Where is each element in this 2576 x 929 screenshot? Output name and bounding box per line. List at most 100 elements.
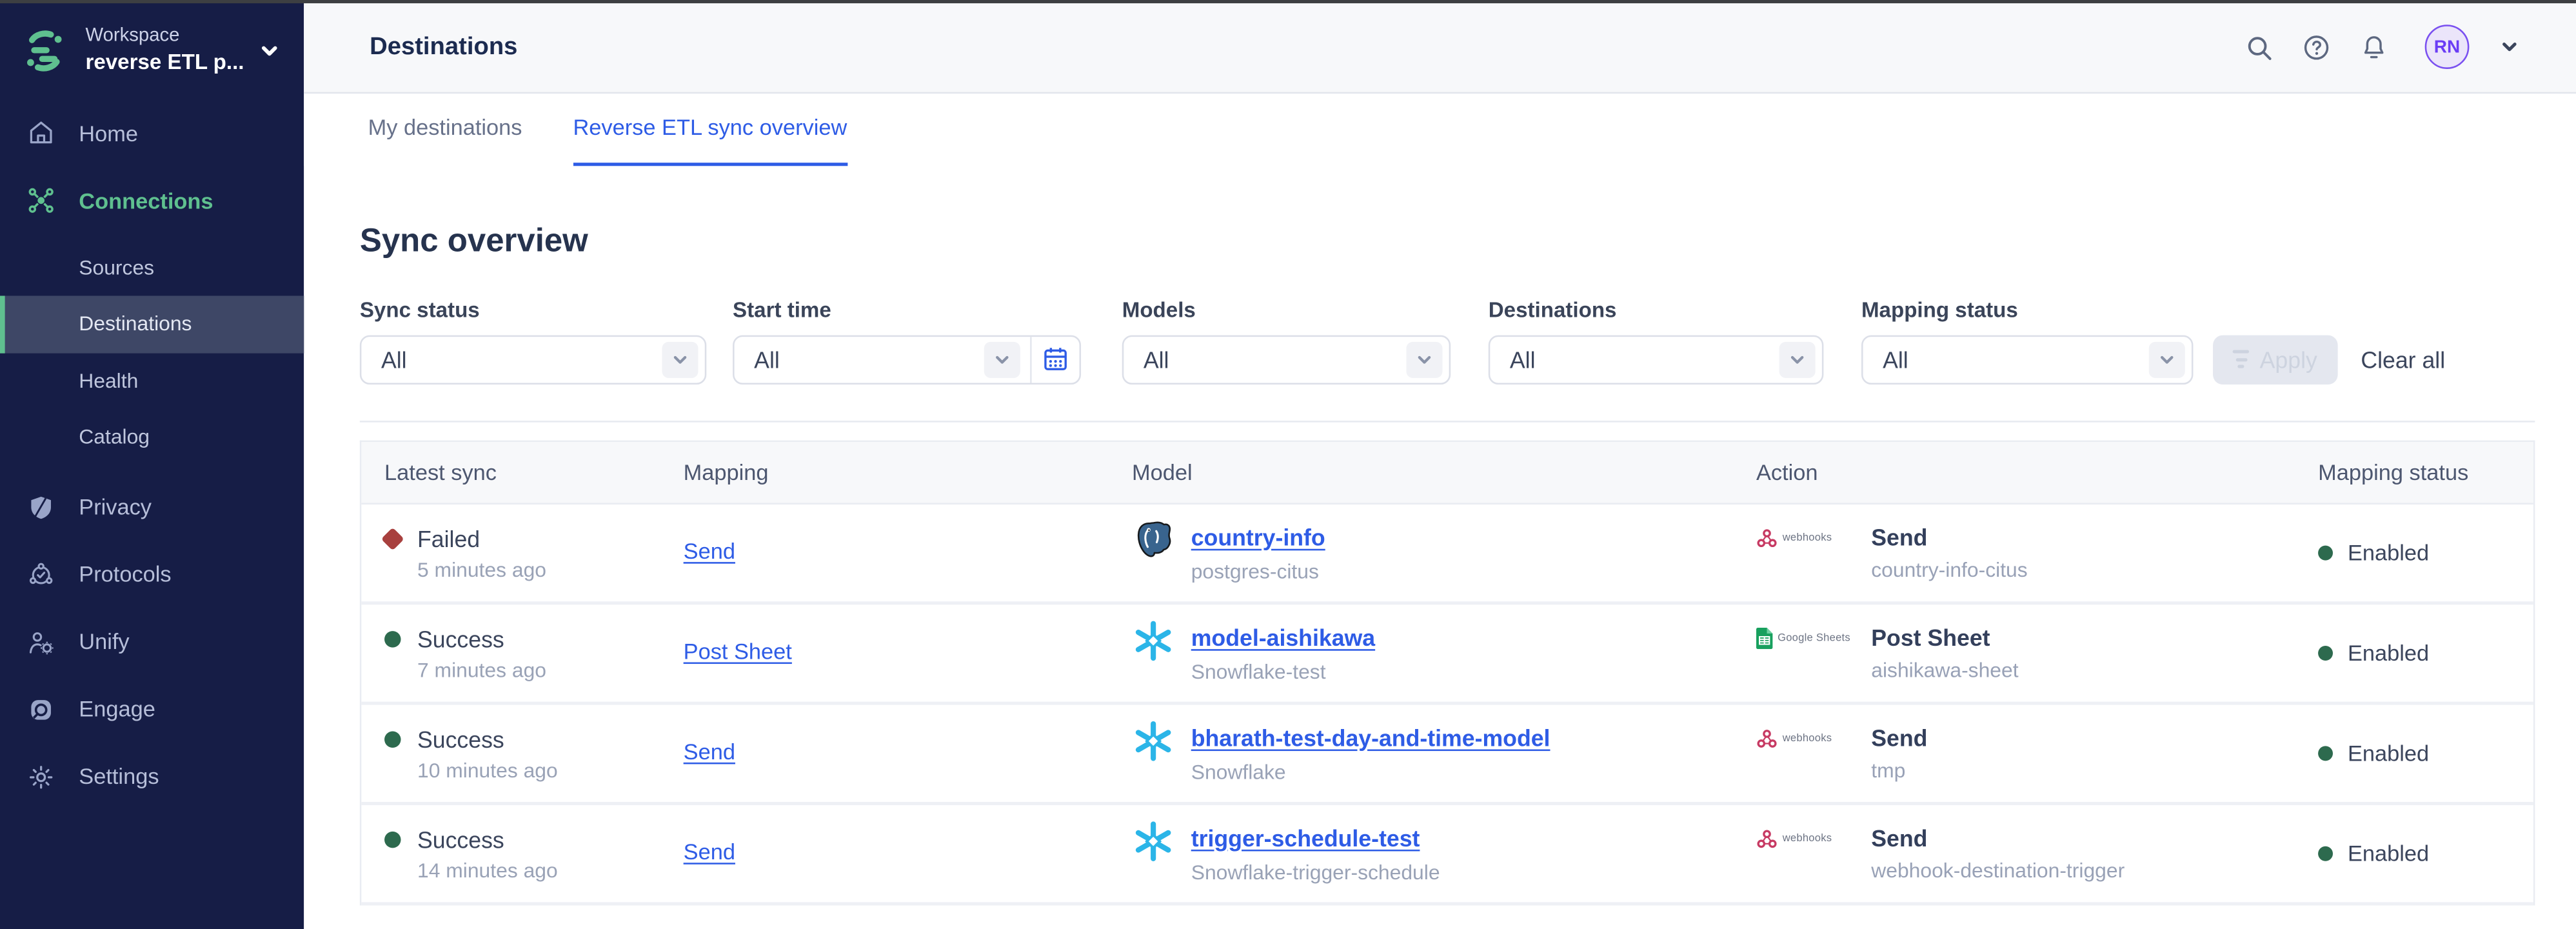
mapping-link[interactable]: Post Sheet [684,639,792,664]
calendar-button[interactable] [1030,336,1079,382]
avatar-initials: RN [2434,37,2460,57]
sync-status-text: Success [417,624,546,654]
google-sheets-logo-label: Google Sheets [1778,633,1850,644]
home-icon [26,118,56,148]
webhooks-icon [1756,528,1778,549]
filter-sync-status: Sync status All [360,297,706,384]
sidebar-item-label: Catalog [79,426,150,449]
workspace-switcher[interactable]: Workspace reverse ETL p... [0,12,304,88]
sync-time-text: 14 minutes ago [417,859,558,882]
sidebar-item-unify[interactable]: Unify [0,608,304,675]
failed-status-icon [381,526,404,550]
model-cell: trigger-schedule-test Snowflake-trigger-… [1132,823,1756,883]
chevron-down-icon [1406,341,1442,377]
notifications-bell-icon[interactable] [2359,32,2389,62]
select-value: All [1883,346,2149,372]
mapping-cell: Send [684,537,1132,567]
sidebar-item-sources[interactable]: Sources [0,239,304,296]
tab-label: Reverse ETL sync overview [573,115,847,139]
postgres-icon [1132,519,1174,561]
webhooks-logo: webhooks [1756,528,1852,549]
sidebar-item-privacy[interactable]: Privacy [0,474,304,541]
sidebar: Workspace reverse ETL p... Home Connecti… [0,0,304,929]
mapping-link[interactable]: Send [684,739,735,764]
filter-label: Start time [733,297,1081,323]
model-subtext: Snowflake-test [1191,660,1375,683]
sidebar-nav: Home Connections Sources Destinations He… [0,99,304,810]
search-icon[interactable] [2244,32,2274,62]
sidebar-item-connections[interactable]: Connections [0,167,304,234]
mapping-link[interactable]: Send [684,840,735,864]
enabled-dot-icon [2318,745,2333,760]
mapping-cell: Send [684,838,1132,868]
enabled-dot-icon [2318,544,2333,559]
start-time-select[interactable]: All [733,334,1081,383]
sidebar-item-catalog[interactable]: Catalog [0,409,304,466]
latest-sync-cell: Success 14 minutes ago [384,824,684,881]
account-chevron-down-icon[interactable] [2499,36,2520,57]
filter-models: Models All [1122,297,1451,384]
sidebar-item-home[interactable]: Home [0,99,304,166]
mapping-link[interactable]: Send [684,539,735,563]
success-status-icon [384,831,401,847]
tab-bar: My destinations Reverse ETL sync overvie… [304,93,2576,165]
window-top-strip [0,0,2576,3]
webhooks-logo-label: webhooks [1783,733,1832,744]
select-value: All [1144,346,1407,372]
sidebar-item-health[interactable]: Health [0,352,304,409]
sync-status-text: Success [417,724,558,754]
success-status-icon [384,730,401,746]
help-icon[interactable] [2302,32,2332,62]
filter-mapping-status: Mapping status All [1861,297,2194,384]
model-cell: model-aishikawa Snowflake-test [1132,622,1756,683]
filter-label: Sync status [360,297,706,323]
tab-reverse-etl-sync-overview[interactable]: Reverse ETL sync overview [573,93,847,165]
workspace-text: Workspace reverse ETL p... [85,24,244,76]
webhooks-logo-label: webhooks [1783,532,1832,544]
snowflake-icon [1132,619,1174,661]
sidebar-item-label: Destinations [79,313,192,336]
sidebar-item-label: Unify [79,630,129,654]
sidebar-item-label: Connections [79,188,213,213]
sidebar-item-engage[interactable]: Engage [0,675,304,743]
model-link[interactable]: bharath-test-day-and-time-model [1191,722,1551,752]
mapping-status-cell: Enabled [2295,741,2533,765]
model-cell: bharath-test-day-and-time-model Snowflak… [1132,722,1756,783]
model-link[interactable]: trigger-schedule-test [1191,823,1420,852]
column-header-mapping-status: Mapping status [2295,459,2533,484]
sync-status-text: Success [417,824,558,854]
select-value: All [381,346,662,372]
sidebar-item-label: Sources [79,256,154,279]
app-window: Workspace reverse ETL p... Home Connecti… [0,0,2576,929]
model-link[interactable]: country-info [1191,522,1325,552]
success-status-icon [384,630,401,646]
sidebar-item-destinations[interactable]: Destinations [0,295,304,352]
rudderstack-logo-icon [20,25,69,74]
filter-label: Mapping status [1861,297,2194,323]
tab-my-destinations[interactable]: My destinations [368,93,522,165]
model-subtext: Snowflake-trigger-schedule [1191,860,1440,883]
sync-overview-table: Latest sync Mapping Model Action Mapping… [360,439,2535,904]
topbar: Destinations RN [304,3,2576,93]
model-cell: country-info postgres-citus [1132,522,1756,583]
webhooks-icon [1756,728,1778,749]
action-subtext: webhook-destination-trigger [1871,859,2125,883]
sidebar-item-settings[interactable]: Settings [0,743,304,810]
clear-all-button[interactable]: Clear all [2361,334,2445,383]
model-subtext: postgres-citus [1191,559,1325,583]
sync-status-select[interactable]: All [360,334,706,383]
workspace-chevron-down-icon[interactable] [258,39,281,62]
latest-sync-cell: Success 7 minutes ago [384,624,684,681]
model-link[interactable]: model-aishikawa [1191,622,1375,652]
action-cell: webhooks Send webhook-destination-trigge… [1756,823,2295,883]
sidebar-item-protocols[interactable]: Protocols [0,541,304,608]
mapping-status-text: Enabled [2348,640,2429,664]
apply-button[interactable]: Apply [2213,334,2338,383]
models-select[interactable]: All [1122,334,1451,383]
chevron-down-icon [984,341,1020,377]
topbar-actions: RN [2244,25,2520,69]
avatar[interactable]: RN [2425,25,2470,69]
mapping-status-select[interactable]: All [1861,334,2194,383]
section-heading: Sync overview [360,219,2535,262]
destinations-select[interactable]: All [1489,334,1824,383]
